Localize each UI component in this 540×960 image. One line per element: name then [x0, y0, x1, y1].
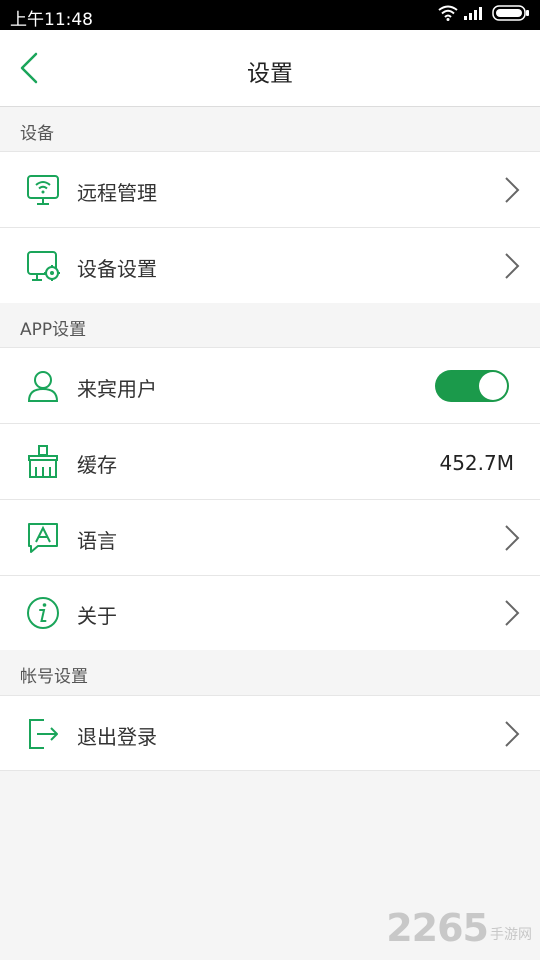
logout-icon — [29, 719, 58, 749]
row-language[interactable]: 语言 — [0, 499, 540, 575]
battery-icon — [492, 5, 529, 21]
chevron-right-icon — [505, 525, 520, 551]
row-label: 来宾用户 — [77, 377, 157, 401]
toggle-knob — [479, 372, 507, 400]
signal-icon — [464, 7, 482, 20]
row-logout[interactable]: 退出登录 — [0, 695, 540, 771]
section-label-app: APP设置 — [20, 320, 87, 340]
page-title: 设置 — [247, 61, 293, 87]
guest-user-toggle[interactable] — [435, 370, 509, 402]
chevron-right-icon — [505, 600, 520, 626]
section-label-device: 设备 — [20, 124, 54, 144]
status-icons — [438, 5, 530, 21]
status-bar: 上午11:48 — [0, 0, 540, 30]
info-icon — [27, 597, 59, 629]
section-label-account: 帐号设置 — [20, 667, 88, 687]
chevron-right-icon — [505, 253, 520, 279]
row-about[interactable]: 关于 — [0, 575, 540, 650]
row-label: 缓存 — [77, 453, 117, 477]
row-guest-user: 来宾用户 — [0, 347, 540, 423]
row-cache[interactable]: 缓存 452.7M — [0, 423, 540, 499]
watermark-number: 2265 — [386, 906, 489, 950]
language-icon — [28, 523, 58, 553]
row-label: 设备设置 — [77, 257, 157, 281]
watermark: 2265 手游网 — [386, 906, 532, 950]
wifi-icon — [438, 5, 458, 21]
user-icon — [27, 371, 59, 402]
broom-icon — [28, 445, 58, 478]
row-device-settings[interactable]: 设备设置 — [0, 227, 540, 303]
cache-size-value: 452.7M — [439, 451, 514, 475]
monitor-gear-icon — [27, 251, 60, 281]
row-label: 语言 — [77, 529, 117, 553]
chevron-right-icon — [505, 177, 520, 203]
status-time: 上午11:48 — [10, 10, 93, 30]
row-label: 退出登录 — [77, 725, 157, 749]
row-label: 关于 — [77, 604, 117, 628]
watermark-text: 手游网 — [490, 927, 532, 943]
chevron-right-icon — [505, 721, 520, 747]
row-label: 远程管理 — [77, 181, 157, 205]
app-header: 设置 — [0, 30, 540, 107]
row-remote-management[interactable]: 远程管理 — [0, 151, 540, 227]
monitor-wifi-icon — [27, 175, 59, 205]
